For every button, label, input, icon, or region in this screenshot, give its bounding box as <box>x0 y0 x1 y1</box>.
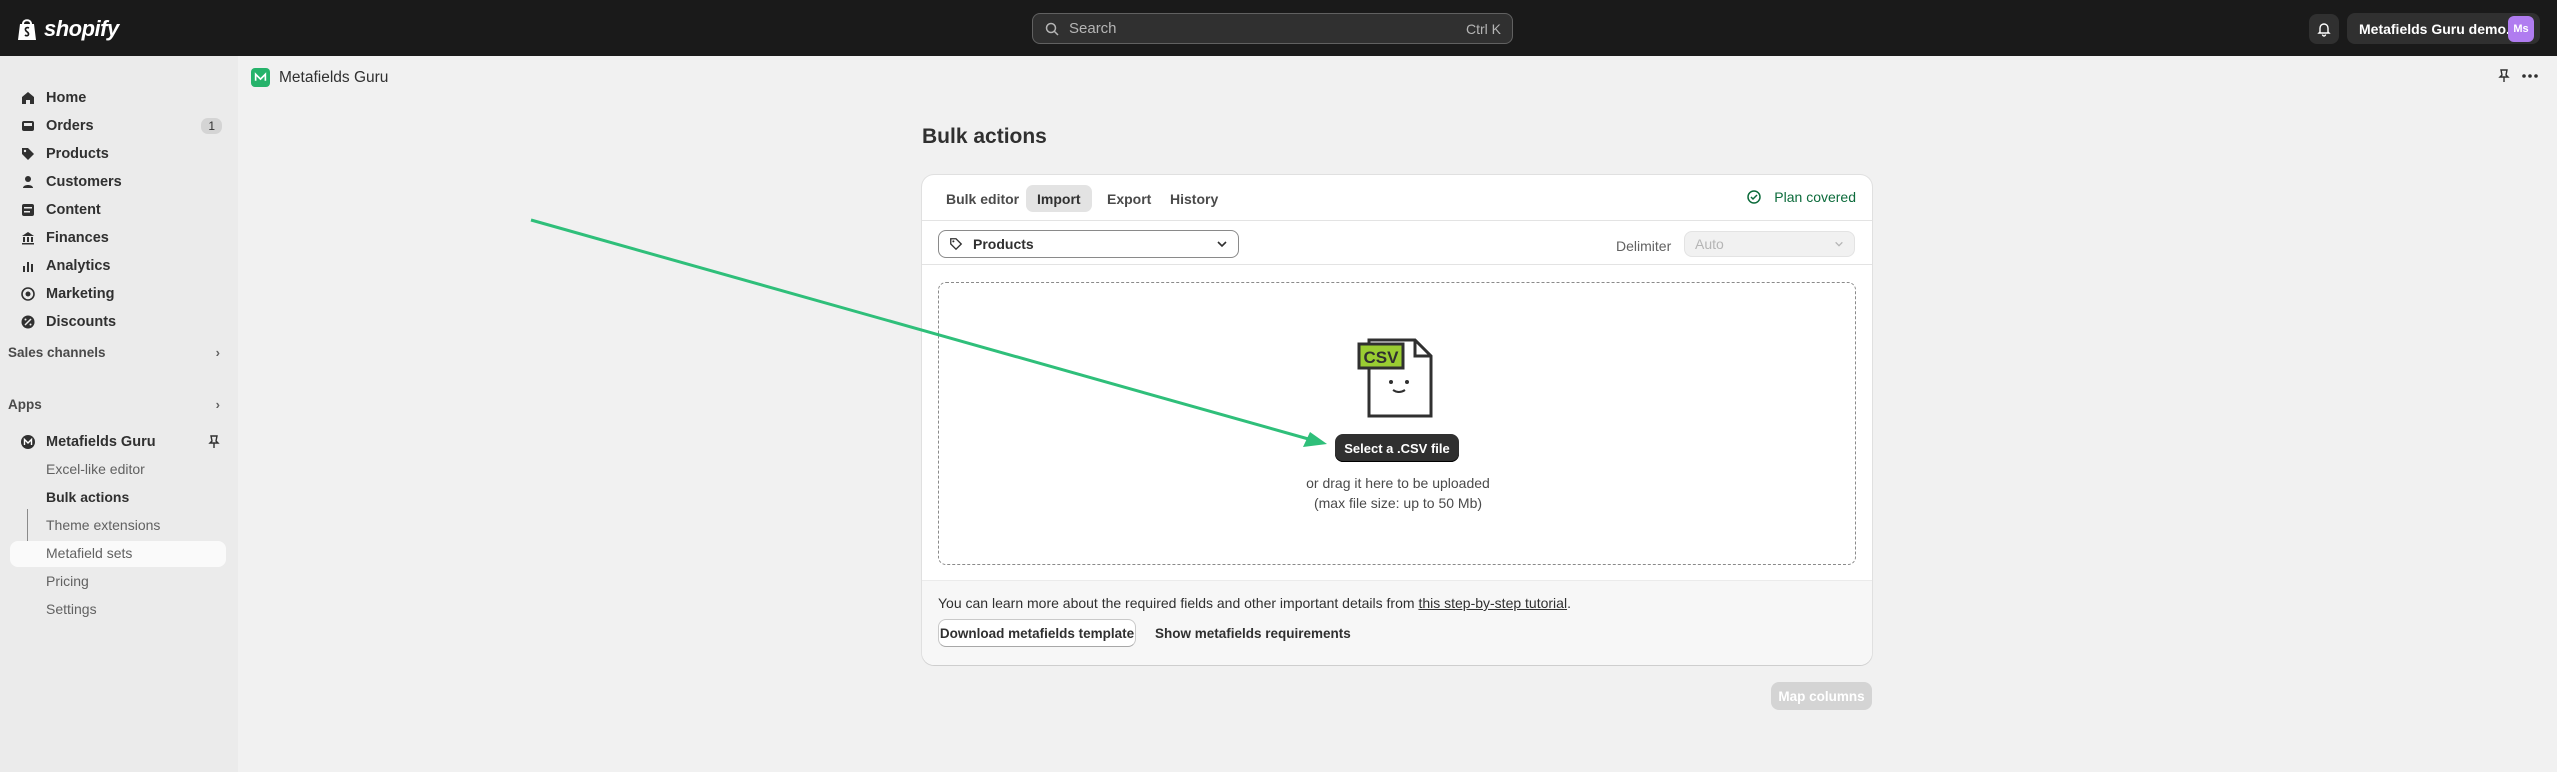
import-card: Bulk editor Import Export History Plan c… <box>922 175 1872 665</box>
tab-bar: Bulk editor Import Export History Plan c… <box>922 175 1872 221</box>
sidebar-item-label: Orders <box>46 118 94 134</box>
bell-icon <box>2317 23 2331 37</box>
metafields-guru-app-icon <box>21 435 35 449</box>
top-bar: shopify Search Ctrl K Metafields Guru de… <box>0 0 2557 56</box>
resource-select-value: Products <box>973 236 1034 252</box>
sidebar-item-products[interactable]: Products <box>10 141 226 167</box>
tab-bulk-editor[interactable]: Bulk editor <box>935 185 1030 212</box>
sidebar-item-label: Customers <box>46 174 122 190</box>
shopify-logo[interactable]: shopify <box>16 16 119 42</box>
sidebar-item-label: Finances <box>46 230 109 246</box>
sidebar-item-label: Home <box>46 90 87 106</box>
delimiter-value: Auto <box>1695 236 1724 252</box>
sidebar-item-label: Marketing <box>46 286 115 302</box>
search-bar[interactable]: Search Ctrl K <box>1032 13 1513 44</box>
content-icon <box>22 204 34 216</box>
map-columns-button[interactable]: Map columns <box>1771 682 1872 710</box>
chevron-right-icon: › <box>215 345 220 360</box>
sidebar-item-discounts[interactable]: Discounts <box>10 309 226 335</box>
sidebar-subitem-pricing[interactable]: Pricing <box>46 573 89 589</box>
sidebar-item-label: Products <box>46 146 109 162</box>
shopify-bag-icon <box>18 19 36 40</box>
sidebar-item-finances[interactable]: Finances <box>10 225 226 251</box>
bank-icon <box>22 232 34 245</box>
store-menu-button[interactable]: Metafields Guru demo... Ms <box>2347 13 2540 44</box>
sidebar-item-customers[interactable]: Customers <box>10 169 226 195</box>
file-dropzone[interactable]: CSV Select a .CSV file or drag it here t… <box>938 282 1856 565</box>
section-label: Sales channels <box>8 345 106 360</box>
plan-status-text: Plan covered <box>1774 189 1856 205</box>
tutorial-link[interactable]: this step-by-step tutorial <box>1418 595 1567 611</box>
check-circle-icon <box>1747 190 1762 204</box>
pin-icon[interactable] <box>206 434 222 450</box>
section-label: Apps <box>8 397 42 412</box>
sidebar-subitem-metafield-sets[interactable]: Metafield sets <box>46 545 132 561</box>
app-header: Metafields Guru <box>238 56 2557 99</box>
store-name: Metafields Guru demo... <box>2359 20 2508 37</box>
orders-count-badge: 1 <box>201 118 222 134</box>
csv-label: CSV <box>1364 348 1400 367</box>
options-row: Products Delimiter Auto <box>922 221 1872 265</box>
drag-text: or drag it here to be uploaded <box>1306 475 1490 491</box>
sidebar-item-metafields-guru[interactable]: Metafields Guru <box>10 429 226 455</box>
sidebar-item-label: Discounts <box>46 314 117 330</box>
sidebar-item-home[interactable]: Home <box>10 85 226 111</box>
sidebar-subitem-theme-extensions[interactable]: Theme extensions <box>46 517 160 533</box>
discount-icon <box>21 315 35 329</box>
sidebar-item-marketing[interactable]: Marketing <box>10 281 226 307</box>
delimiter-select[interactable]: Auto <box>1684 231 1855 257</box>
metafields-guru-logo-icon <box>251 68 270 87</box>
chart-icon <box>23 262 33 272</box>
show-requirements-button[interactable]: Show metafields requirements <box>1155 626 1351 641</box>
search-shortcut: Ctrl K <box>1466 20 1501 37</box>
sidebar-subitem-bulk-actions[interactable]: Bulk actions <box>46 489 129 505</box>
orders-icon <box>22 121 34 131</box>
sidebar: Home Orders 1 Products Customers Content… <box>0 56 238 772</box>
app-title: Metafields Guru <box>279 68 389 86</box>
sidebar-item-content[interactable]: Content <box>10 197 226 223</box>
chevron-down-icon <box>1217 241 1227 248</box>
apps-section[interactable]: Apps › <box>8 397 220 412</box>
sidebar-item-orders[interactable]: Orders 1 <box>10 113 226 139</box>
search-icon <box>1045 22 1059 36</box>
logo-text: shopify <box>44 16 119 41</box>
tag-icon <box>950 238 963 251</box>
drag-hint: or drag it here to be uploaded (max file… <box>939 473 1857 513</box>
person-icon <box>23 176 33 188</box>
sidebar-item-label: Content <box>46 202 101 218</box>
tab-import[interactable]: Import <box>1026 185 1092 212</box>
select-csv-button[interactable]: Select a .CSV file <box>1335 434 1459 462</box>
sidebar-item-label: Metafields Guru <box>46 434 156 450</box>
target-icon <box>21 287 35 301</box>
sales-channels-section[interactable]: Sales channels › <box>8 345 220 360</box>
csv-file-icon: CSV <box>1357 338 1433 418</box>
avatar: Ms <box>2508 15 2534 42</box>
search-placeholder: Search <box>1069 20 1117 37</box>
resource-select[interactable]: Products <box>938 230 1239 258</box>
sidebar-item-analytics[interactable]: Analytics <box>10 253 226 279</box>
pin-icon[interactable] <box>2496 68 2512 84</box>
chevron-down-icon <box>1835 241 1843 247</box>
download-template-button[interactable]: Download metafields template <box>938 619 1136 647</box>
chevron-right-icon: › <box>215 397 220 412</box>
page-title: Bulk actions <box>922 125 1047 148</box>
tab-history[interactable]: History <box>1159 185 1229 212</box>
card-footer: You can learn more about the required fi… <box>922 580 1872 665</box>
notifications-button[interactable] <box>2309 14 2339 44</box>
learn-more-text: You can learn more about the required fi… <box>938 595 1571 611</box>
sidebar-subitem-settings[interactable]: Settings <box>46 601 97 617</box>
learn-suffix: . <box>1567 595 1571 611</box>
plan-status: Plan covered <box>1746 189 1856 205</box>
delimiter-label: Delimiter <box>1616 238 1672 254</box>
home-icon <box>22 92 34 104</box>
tab-export[interactable]: Export <box>1096 185 1162 212</box>
tag-icon <box>22 148 34 160</box>
learn-prefix: You can learn more about the required fi… <box>938 595 1419 611</box>
size-limit-text: (max file size: up to 50 Mb) <box>1313 495 1483 511</box>
sidebar-subitem-excel-editor[interactable]: Excel-like editor <box>46 461 145 477</box>
sidebar-item-label: Analytics <box>46 258 111 274</box>
more-options-icon[interactable] <box>2520 68 2540 84</box>
